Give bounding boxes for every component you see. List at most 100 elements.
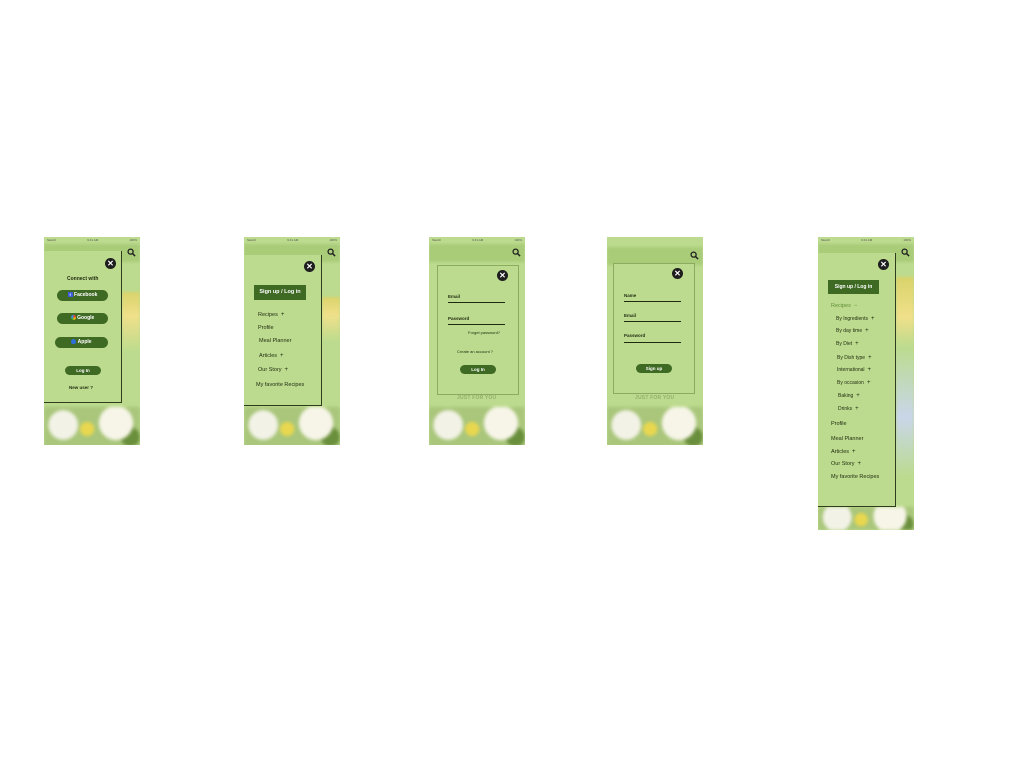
close-icon[interactable]: ✕: [497, 270, 508, 281]
close-icon[interactable]: ✕: [304, 261, 315, 272]
close-icon[interactable]: ✕: [878, 259, 889, 270]
new-user-link[interactable]: New user ?: [69, 385, 93, 390]
login-button[interactable]: Log In: [65, 366, 101, 375]
login-button[interactable]: Log In: [460, 365, 496, 374]
expand-icon[interactable]: +: [281, 312, 285, 318]
menu-item-favorites[interactable]: My favorite Recipes: [831, 474, 879, 480]
email-label: Email: [448, 294, 461, 299]
menu-drawer-expanded: ✕ Sign up / Log in Recipes − By Ingredien…: [818, 253, 896, 507]
menu-item-favorites[interactable]: My favorite Recipes: [256, 382, 304, 388]
status-bar: Sketch 9:41 AM 100%: [429, 237, 525, 243]
status-bar: Sketch 9:41 AM 100%: [44, 237, 140, 243]
carrier: Sketch: [821, 238, 831, 242]
submenu-label: By Diet: [836, 341, 853, 347]
forgot-password-link[interactable]: Forget password?: [468, 330, 500, 335]
submenu-label: Drinks: [838, 406, 853, 412]
screen-menu-collapsed: Sketch 9:41 AM 100% ✕ Sign up / Log in R…: [244, 237, 340, 445]
google-label: Google: [77, 315, 95, 321]
expand-icon[interactable]: +: [855, 341, 859, 347]
expand-icon[interactable]: +: [852, 449, 856, 455]
signup-button[interactable]: Sign up: [636, 364, 672, 373]
menu-item-profile[interactable]: Profile: [831, 421, 847, 427]
expand-icon[interactable]: +: [856, 393, 860, 399]
submenu-by-diet[interactable]: By Diet +: [836, 341, 859, 347]
signup-login-button[interactable]: Sign up / Log in: [254, 285, 306, 300]
submenu-by-dish-type[interactable]: By Dish type +: [837, 355, 872, 361]
menu-item-our-story[interactable]: Our Story +: [831, 461, 861, 467]
menu-item-meal-planner[interactable]: Meal Planner: [259, 338, 291, 344]
email-field[interactable]: [448, 302, 505, 303]
password-field[interactable]: [448, 324, 505, 325]
close-icon[interactable]: ✕: [105, 258, 116, 269]
submenu-by-day-time[interactable]: By day time +: [836, 328, 869, 334]
status-bar: Sketch 9:41 AM 100%: [244, 237, 340, 243]
battery: 100%: [514, 238, 522, 242]
articles-label: Articles: [831, 449, 850, 455]
login-modal: ✕ Email Password Forget password? Create…: [437, 265, 519, 395]
app-header: [429, 244, 525, 262]
close-icon[interactable]: ✕: [672, 268, 683, 279]
search-icon[interactable]: [901, 248, 910, 257]
expand-icon[interactable]: +: [868, 367, 872, 373]
background-food-image: [818, 507, 914, 530]
expand-icon[interactable]: +: [280, 353, 284, 359]
facebook-icon: f: [67, 292, 73, 298]
our-story-label: Our Story: [831, 461, 855, 467]
menu-item-recipes[interactable]: Recipes −: [831, 303, 857, 309]
carrier: Sketch: [47, 238, 57, 242]
menu-item-articles[interactable]: Articles +: [831, 449, 856, 455]
password-label: Password: [448, 316, 470, 321]
collapse-icon[interactable]: −: [854, 303, 858, 309]
menu-item-articles[interactable]: Articles +: [259, 353, 284, 359]
google-button[interactable]: Google: [57, 313, 108, 324]
menu-item-our-story[interactable]: Our Story +: [258, 367, 288, 373]
carrier: Sketch: [247, 238, 257, 242]
email-label: Email: [624, 313, 637, 318]
signup-login-button[interactable]: Sign up / Log in: [828, 280, 879, 294]
screen-connect-with: Sketch 9:41 AM 100% ✕ Connect with f Fac…: [44, 237, 140, 445]
submenu-international[interactable]: International +: [837, 367, 871, 373]
clock: 9:41 AM: [472, 238, 484, 242]
expand-icon[interactable]: +: [285, 367, 289, 373]
search-icon[interactable]: [127, 248, 136, 257]
expand-icon[interactable]: +: [871, 316, 875, 322]
menu-item-profile[interactable]: Profile: [258, 325, 274, 331]
facebook-button[interactable]: f Facebook: [57, 290, 108, 301]
clock: 9:41 AM: [287, 238, 299, 242]
name-field[interactable]: [624, 301, 681, 302]
menu-drawer: ✕ Sign up / Log in Recipes + Profile Meal…: [244, 255, 322, 406]
submenu-label: By day time: [836, 328, 863, 334]
password-field[interactable]: [624, 342, 681, 343]
apple-label: Apple: [77, 339, 92, 345]
expand-icon[interactable]: +: [855, 406, 859, 412]
menu-item-recipes[interactable]: Recipes +: [258, 312, 284, 318]
expand-icon[interactable]: +: [858, 461, 862, 467]
submenu-label: By Ingredients: [836, 316, 868, 322]
search-icon[interactable]: [327, 248, 336, 257]
submenu-by-occasion[interactable]: By occasion +: [837, 380, 870, 386]
expand-icon[interactable]: +: [868, 355, 872, 361]
search-icon[interactable]: [690, 251, 699, 260]
background-caption: JUST FOR YOU: [457, 395, 497, 401]
email-field[interactable]: [624, 321, 681, 322]
search-icon[interactable]: [512, 248, 521, 257]
articles-label: Articles: [259, 353, 278, 359]
expand-icon[interactable]: +: [867, 380, 871, 386]
apple-button[interactable]: Apple: [55, 337, 108, 348]
submenu-drinks[interactable]: Drinks +: [838, 406, 859, 412]
clock: 9:41 AM: [861, 238, 873, 242]
password-label: Password: [624, 333, 646, 338]
background-content: [322, 297, 340, 342]
name-label: Name: [624, 293, 637, 298]
background-food-image: [44, 407, 140, 445]
submenu-by-ingredients[interactable]: By Ingredients +: [836, 316, 874, 322]
screen-menu-expanded: Sketch 9:41 AM 100% ✕ Sign up / Log in R…: [818, 237, 914, 530]
screen-signup-form: JUST FOR YOU ✕ Name Email Password Sign …: [607, 237, 703, 445]
status-bar: Sketch 9:41 AM 100%: [818, 237, 914, 243]
submenu-label: Baking: [838, 393, 854, 399]
submenu-baking[interactable]: Baking +: [838, 393, 860, 399]
menu-item-meal-planner[interactable]: Meal Planner: [831, 436, 863, 442]
create-account-link[interactable]: Create an account ?: [457, 349, 493, 354]
carrier: Sketch: [432, 238, 442, 242]
expand-icon[interactable]: +: [865, 328, 869, 334]
